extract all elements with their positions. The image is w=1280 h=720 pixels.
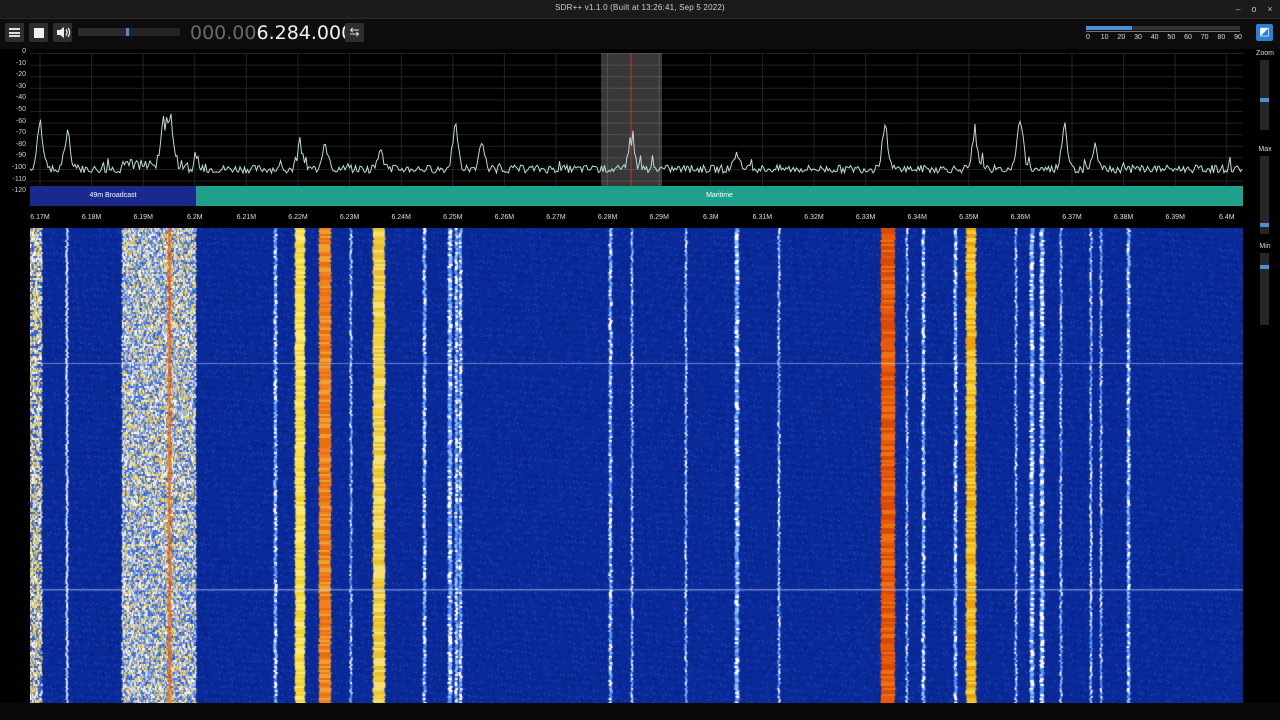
zoom-label: Zoom: [1256, 50, 1274, 57]
snr-tick-label: 20: [1117, 34, 1126, 41]
frequency-tick-label: 6.23M: [339, 214, 360, 221]
swap-button[interactable]: ⇆: [345, 23, 364, 42]
max-slider-handle[interactable]: [1260, 223, 1269, 227]
snr-tick-label: 50: [1167, 34, 1176, 41]
swap-arrows-icon: ⇆: [349, 25, 360, 39]
frequency-tick-label: 6.22M: [288, 214, 308, 221]
frequency-tick-label: 6.35M: [959, 214, 979, 221]
snr-bar: [1086, 26, 1240, 30]
db-tick-label: -10: [15, 59, 26, 67]
snr-tick-label: 0: [1086, 34, 1090, 41]
max-slider[interactable]: [1260, 156, 1269, 234]
frequency-tick-label: 6.36M: [1010, 214, 1031, 221]
db-tick-label: -70: [15, 129, 26, 137]
frequency-tick-label: 6.27M: [546, 214, 566, 221]
frequency-tick-label: 6.25M: [443, 214, 463, 221]
db-tick-label: -120: [11, 187, 26, 195]
stop-button[interactable]: [29, 23, 48, 42]
frequency-tick-label: 6.29M: [649, 214, 669, 221]
frequency-tick-label: 6.17M: [30, 214, 50, 221]
menu-button[interactable]: [5, 23, 24, 42]
window-title: SDR++ v1.1.0 (Built at 13:26:41, Sep 5 2…: [555, 3, 725, 12]
min-label: Min: [1259, 243, 1271, 250]
db-tick-label: 0: [22, 48, 26, 55]
volume-slider[interactable]: [78, 28, 180, 36]
snr-tick-label: 80: [1217, 34, 1226, 41]
band-maritime: Maritime: [196, 186, 1243, 206]
snr-tick-label: 40: [1150, 34, 1159, 41]
frequency-tick-label: 6.4M: [1219, 214, 1235, 221]
snr-tick-label: 60: [1184, 34, 1192, 41]
hamburger-menu-icon: [9, 28, 20, 37]
frequency-axis: 6.17M 6.18M 6.19M 6.2M 6.21M 6.22M 6.23M 6.24M 6…: [30, 208, 1243, 224]
db-tick-label: -40: [15, 94, 26, 102]
db-tick-label: -80: [15, 140, 26, 148]
db-tick-label: -60: [15, 117, 26, 125]
sidebar-sliders: Zoom Max Min: [1252, 50, 1280, 710]
band-plan: 49m Broadcast Maritime: [30, 186, 1243, 206]
min-slider[interactable]: [1260, 253, 1269, 325]
zoom-slider-handle[interactable]: [1260, 98, 1269, 102]
frequency-tick-label: 6.39M: [1165, 214, 1185, 221]
frequency-tick-label: 6.2M: [187, 214, 203, 221]
speaker-icon: [57, 27, 71, 38]
frequency-tick-label: 6.18M: [81, 214, 102, 221]
fft-plot: [29, 53, 1243, 194]
db-tick-label: -50: [15, 106, 26, 113]
close-button[interactable]: ×: [1264, 3, 1276, 15]
snr-fill: [1086, 26, 1133, 30]
frequency-tick-label: 6.33M: [855, 214, 876, 221]
volume-handle[interactable]: [125, 28, 129, 36]
frequency-tick-label: 6.34M: [907, 214, 927, 221]
snr-tick-label: 70: [1200, 34, 1209, 41]
snr-tick-label: 10: [1100, 34, 1109, 41]
db-tick-label: -30: [15, 82, 26, 90]
frequency-tick-label: 6.24M: [391, 214, 411, 221]
frequency-tick-label: 6.37M: [1062, 214, 1082, 221]
frequency-display[interactable]: 000.006.284.000: [190, 22, 353, 44]
frequency-tick-label: 6.32M: [804, 214, 824, 221]
zoom-slider[interactable]: [1260, 60, 1269, 130]
status-bar: [0, 703, 1280, 720]
max-label: Max: [1258, 146, 1272, 153]
stop-icon: [34, 28, 44, 38]
snr-meter: 0 10 20 30 40 50 60 70 80 90: [1086, 24, 1242, 46]
db-tick-label: -90: [15, 152, 26, 160]
frequency-digits[interactable]: 6.284.000: [256, 22, 353, 44]
min-slider-handle[interactable]: [1260, 265, 1269, 269]
frequency-tick-label: 6.26M: [494, 214, 515, 221]
band-49m-broadcast: 49m Broadcast: [30, 186, 196, 206]
frequency-tick-label: 6.21M: [236, 214, 257, 221]
waterfall-canvas: [30, 228, 1243, 703]
title-bar: SDR++ v1.1.0 (Built at 13:26:41, Sep 5 2…: [0, 0, 1280, 19]
logo-icon: ◩: [1259, 26, 1270, 38]
snr-tick-label: 30: [1134, 34, 1142, 41]
maximize-button[interactable]: o: [1248, 3, 1260, 15]
mute-button[interactable]: [53, 23, 72, 42]
frequency-tick-label: 6.19M: [133, 214, 153, 221]
fft-spectrum[interactable]: [29, 53, 1243, 194]
frequency-tick-label: 6.3M: [703, 214, 719, 221]
volume-fill: [78, 28, 126, 36]
minimize-button[interactable]: –: [1232, 3, 1244, 15]
db-tick-label: -100: [11, 164, 26, 171]
sdrpp-logo-button[interactable]: ◩: [1256, 24, 1273, 41]
frequency-leading-digits[interactable]: 000.00: [190, 22, 256, 44]
frequency-tick-label: 6.38M: [1113, 214, 1134, 221]
db-tick-label: -110: [12, 175, 27, 183]
snr-tick-label: 90: [1234, 34, 1242, 41]
frequency-tick-label: 6.31M: [752, 214, 773, 221]
waterfall[interactable]: [30, 228, 1243, 703]
db-tick-label: -20: [15, 71, 26, 79]
frequency-tick-label: 6.28M: [597, 214, 618, 221]
